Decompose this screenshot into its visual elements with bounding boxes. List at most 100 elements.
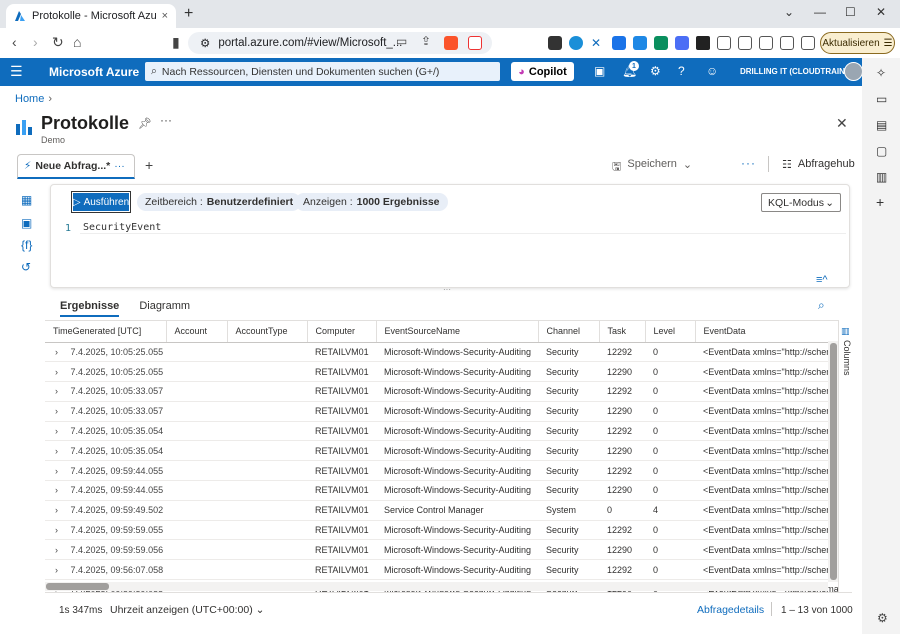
table-row[interactable]: › 7.4.2025, 09:59:49.502 RETAILVM01 Servic…: [45, 500, 838, 521]
share-icon[interactable]: ⇪: [421, 34, 431, 48]
tab-close-icon[interactable]: ×: [162, 10, 168, 22]
save-button[interactable]: 🖫︎ Speichern ⌄: [612, 158, 692, 177]
table-row[interactable]: › 7.4.2025, 10:05:33.057 RETAILVM01 Micros…: [45, 401, 838, 422]
table-row[interactable]: › 7.4.2025, 09:59:59.055 RETAILVM01Micros…: [45, 520, 838, 541]
column-header[interactable]: Level: [645, 321, 696, 343]
sidebar-settings-icon[interactable]: ⚙: [877, 611, 888, 625]
table-row[interactable]: › 7.4.2025, 09:56:07.058 RETAILVM01 Micros…: [45, 559, 838, 581]
tab-search-icon[interactable]: ⌄: [784, 5, 794, 19]
query-tab-more-icon[interactable]: ···: [114, 160, 125, 172]
browser-tab[interactable]: Protokolle - Microsoft Azure ×: [6, 4, 176, 28]
bookmark-icon[interactable]: ▮: [172, 34, 180, 51]
wallet-icon[interactable]: ▤: [876, 118, 887, 132]
tab-chart[interactable]: Diagramm: [139, 300, 190, 317]
help-icon[interactable]: ?: [678, 64, 685, 78]
table-row[interactable]: › 7.4.2025, 09:59:59.056 RETAILVM01 Micros…: [45, 539, 838, 561]
brave-rewards-icon[interactable]: [468, 36, 482, 50]
new-tab-button[interactable]: +: [184, 5, 193, 23]
column-header[interactable]: Account: [166, 321, 228, 343]
bookmarks-icon[interactable]: ▢: [876, 144, 887, 158]
expand-row-icon[interactable]: ›: [55, 406, 61, 416]
run-button[interactable]: ▷ Ausführen: [71, 191, 131, 213]
timezone-select[interactable]: Uhrzeit anzeigen (UTC+00:00) ⌄: [110, 604, 264, 616]
table-row[interactable]: › 7.4.2025, 10:05:35.054 RETAILVM01 Micros…: [45, 421, 838, 442]
table-row[interactable]: › 7.4.2025, 10:05:33.057 RETAILVM01 Micros…: [45, 381, 838, 402]
expand-row-icon[interactable]: ›: [55, 426, 61, 436]
extension-icon[interactable]: [675, 36, 689, 50]
minimize-button[interactable]: —: [814, 5, 826, 19]
query-mode-select[interactable]: KQL-Modus ⌄: [761, 193, 841, 212]
expand-row-icon[interactable]: ›: [55, 485, 61, 495]
columns-panel-toggle[interactable]: Columns: [842, 340, 852, 376]
column-header[interactable]: AccountType: [227, 321, 308, 343]
query-text[interactable]: SecurityEvent: [83, 222, 161, 233]
column-header[interactable]: EventSourceName: [376, 321, 539, 343]
column-header[interactable]: Channel: [538, 321, 600, 343]
search-results-icon[interactable]: ⌕: [818, 298, 825, 313]
brave-shield-icon[interactable]: [444, 36, 458, 50]
sidebar-toggle-icon[interactable]: [738, 36, 752, 50]
site-info-icon[interactable]: ⚙: [200, 36, 210, 50]
extension-icon[interactable]: [612, 36, 626, 50]
column-header[interactable]: TimeGenerated [UTC]: [45, 321, 167, 343]
extension-icon[interactable]: [654, 36, 668, 50]
home-icon[interactable]: ⌂: [73, 34, 81, 50]
puzzle-icon[interactable]: [717, 36, 731, 50]
tenant-name[interactable]: DRILLING IT (CLOUDTRAIN.DE): [740, 67, 861, 76]
camera-icon[interactable]: ▭: [876, 92, 887, 106]
portal-menu-icon[interactable]: ☰: [10, 63, 23, 80]
forward-icon[interactable]: ›: [33, 34, 38, 50]
functions-icon[interactable]: {f}: [21, 238, 32, 252]
resize-handle[interactable]: ···: [443, 285, 451, 294]
update-button[interactable]: Aktualisieren ☰: [820, 32, 895, 54]
extension-icon[interactable]: [548, 36, 562, 50]
expand-row-icon[interactable]: ›: [55, 525, 61, 535]
table-row[interactable]: › 7.4.2025, 10:05:25.055 RETAILVM01 Micros…: [45, 361, 838, 383]
query-tab[interactable]: ⚡︎ Neue Abfrag...* ···: [17, 154, 135, 179]
lock-extension-icon[interactable]: [696, 36, 710, 50]
pin-icon[interactable]: 📌︎: [138, 117, 152, 130]
expand-row-icon[interactable]: ›: [55, 367, 61, 377]
time-range-picker[interactable]: Zeitbereich : Benutzerdefiniert: [137, 193, 302, 211]
format-query-icon[interactable]: ≡^: [816, 274, 828, 286]
expand-row-icon[interactable]: ›: [55, 347, 61, 357]
cast-icon[interactable]: ▭: [396, 34, 407, 48]
queries-icon[interactable]: ▣: [21, 216, 32, 230]
more-options-icon[interactable]: ···: [160, 113, 172, 127]
close-window-button[interactable]: ✕: [876, 5, 886, 19]
expand-row-icon[interactable]: ›: [55, 446, 61, 456]
horizontal-scrollbar[interactable]: [45, 582, 828, 591]
history-icon[interactable]: ↺: [21, 260, 31, 274]
tab-results[interactable]: Ergebnisse: [60, 300, 120, 317]
extension-icon[interactable]: ✕: [591, 36, 605, 50]
tables-icon[interactable]: ▦: [21, 193, 32, 207]
table-row[interactable]: › 7.4.2025, 10:05:35.054 RETAILVM01 Micros…: [45, 440, 838, 462]
breadcrumb-home-link[interactable]: Home: [15, 93, 44, 105]
leo-icon[interactable]: [780, 36, 794, 50]
result-limit-picker[interactable]: Anzeigen : 1000 Ergebnisse: [295, 193, 448, 211]
back-icon[interactable]: ‹: [12, 34, 17, 50]
table-row[interactable]: › 7.4.2025, 09:59:44.055 RETAILVM01 Micros…: [45, 480, 838, 501]
avatar[interactable]: [844, 62, 863, 81]
expand-row-icon[interactable]: ›: [55, 505, 61, 515]
horizontal-scroll-thumb[interactable]: [46, 583, 109, 590]
column-header[interactable]: Computer: [307, 321, 377, 343]
add-panel-icon[interactable]: +: [876, 194, 884, 210]
columns-icon[interactable]: ▥: [841, 326, 850, 337]
vertical-scroll-thumb[interactable]: [830, 343, 837, 580]
table-row[interactable]: › 7.4.2025, 09:59:44.055 RETAILVM01 Micros…: [45, 460, 838, 482]
global-search-input[interactable]: ⌕ Nach Ressourcen, Diensten und Dokument…: [145, 62, 500, 81]
brand-name[interactable]: Microsoft Azure: [49, 65, 139, 79]
ai-sparkle-icon[interactable]: ✧: [876, 66, 886, 80]
extension-icon[interactable]: [569, 36, 583, 50]
expand-row-icon[interactable]: ›: [55, 565, 61, 575]
vpn-icon[interactable]: [801, 36, 815, 50]
column-header[interactable]: Task: [599, 321, 646, 343]
query-details-link[interactable]: Abfragedetails: [697, 604, 764, 616]
table-row[interactable]: › 7.4.2025, 10:05:25.055 RETAILVM01 Micros…: [45, 342, 838, 363]
query-hub-button[interactable]: ☷ Abfragehub: [782, 158, 855, 171]
maximize-button[interactable]: ☐: [845, 5, 856, 19]
expand-row-icon[interactable]: ›: [55, 545, 61, 555]
column-header[interactable]: EventData: [695, 321, 838, 343]
extension-icon[interactable]: [633, 36, 647, 50]
